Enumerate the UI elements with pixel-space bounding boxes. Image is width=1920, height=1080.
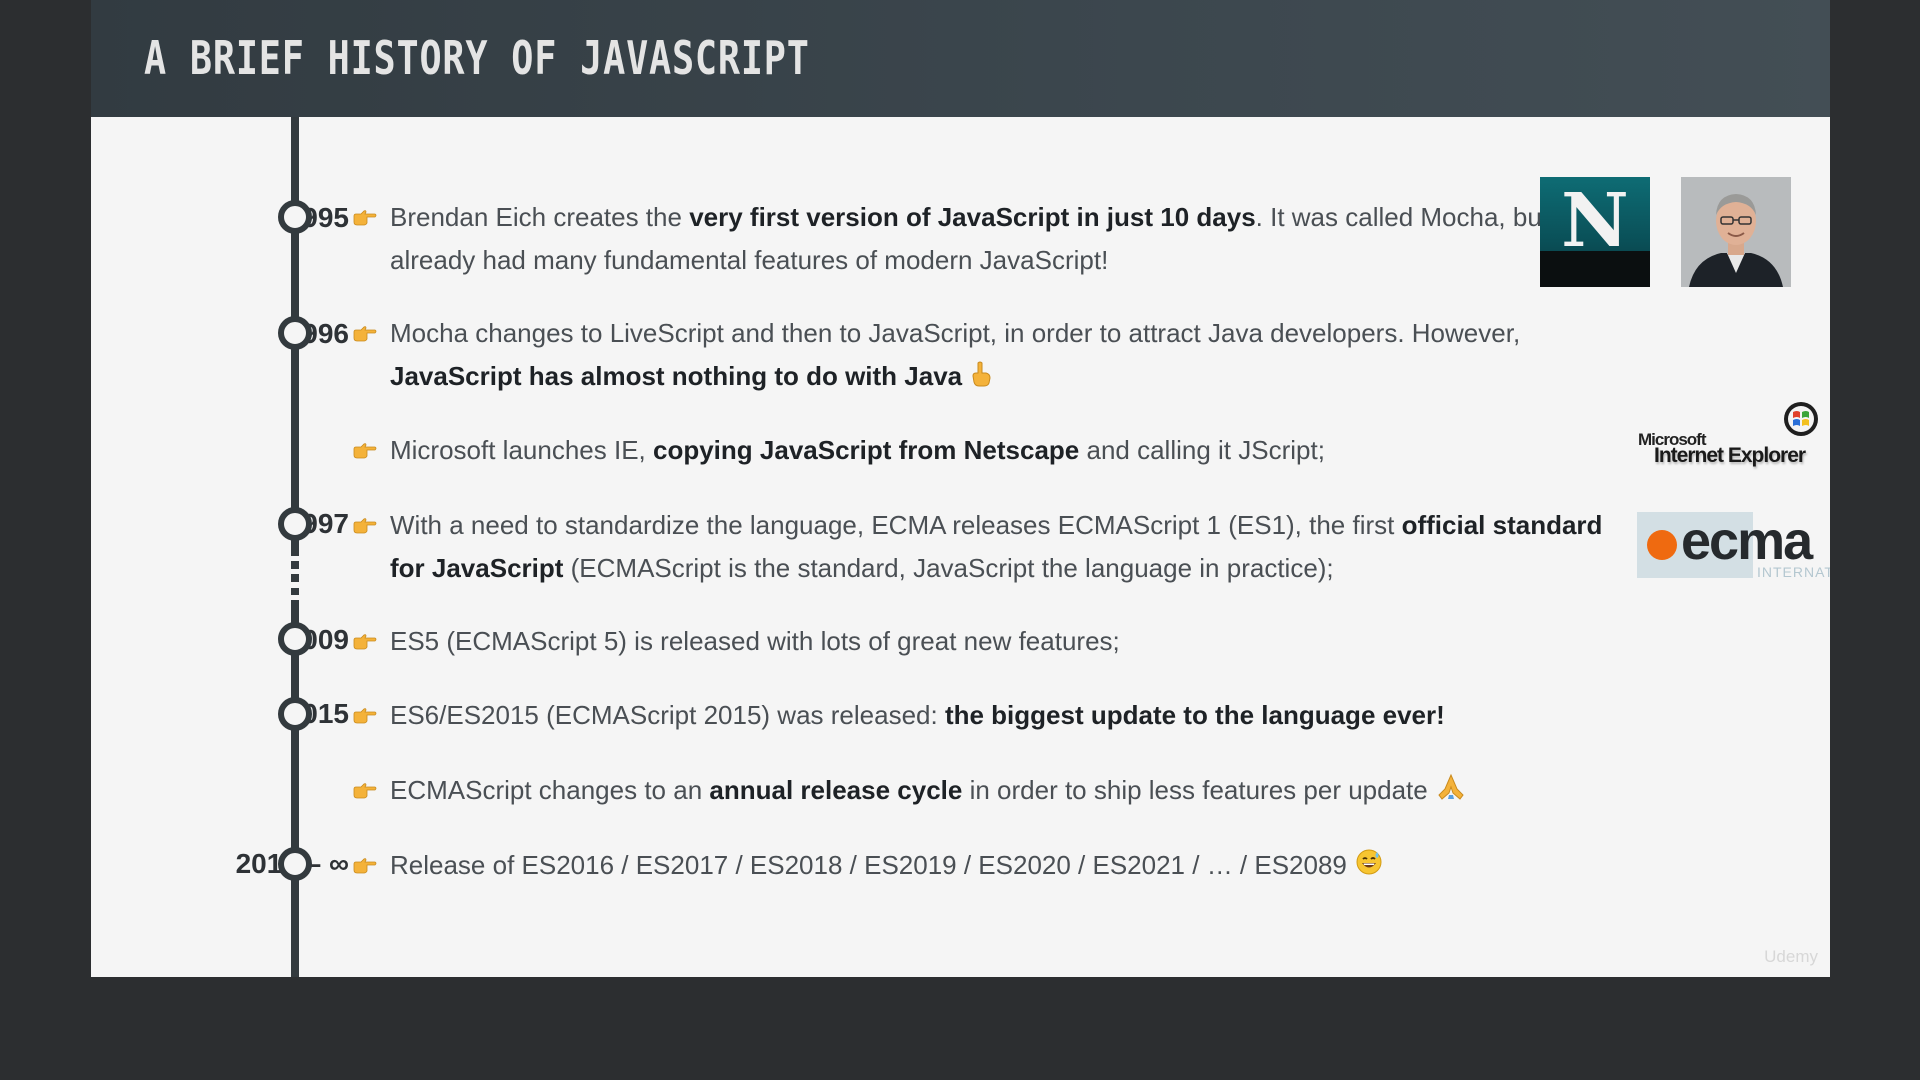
pointing-right-hand-icon bbox=[353, 210, 377, 226]
grinning-sweat-face-icon bbox=[1355, 846, 1383, 889]
udemy-watermark: Udemy bbox=[1764, 947, 1818, 966]
netscape-logo-letter: N bbox=[1561, 178, 1629, 264]
ie-logo-name-text: Internet Explorer bbox=[1654, 444, 1806, 467]
pointing-right-hand-icon bbox=[353, 326, 377, 342]
slide: A BRIEF HISTORY OF JAVASCRIPT 1995 1996 … bbox=[91, 0, 1830, 977]
presentation-stage: A BRIEF HISTORY OF JAVASCRIPT 1995 1996 … bbox=[0, 0, 1920, 1080]
timeline-node-icon bbox=[278, 847, 312, 881]
ecma-logo-subtitle: INTERNATIONAL bbox=[1757, 564, 1830, 580]
timeline-entry: Brendan Eich creates the very first vers… bbox=[390, 196, 1610, 282]
entry-highlight-text: the biggest update to the language ever! bbox=[944, 700, 1445, 730]
timeline-gap bbox=[289, 582, 301, 588]
timeline-gap bbox=[289, 569, 301, 574]
timeline-entry: Mocha changes to LiveScript and then to … bbox=[390, 312, 1610, 400]
entry-highlight-text: very first version of JavaScript in just… bbox=[689, 202, 1256, 232]
entry-highlight-text: copying JavaScript from Netscape bbox=[653, 435, 1080, 465]
entry-text: Brendan Eich creates the bbox=[390, 202, 690, 232]
person-portrait-icon bbox=[1681, 177, 1791, 287]
timeline-entry: Microsoft launches IE, copying JavaScrip… bbox=[390, 429, 1610, 472]
pointing-right-hand-icon bbox=[353, 518, 377, 534]
ecma-logo-word: ecma bbox=[1681, 511, 1813, 571]
timeline-gap bbox=[289, 595, 301, 600]
pointing-right-hand-icon bbox=[353, 443, 377, 459]
timeline-node-icon bbox=[278, 697, 312, 731]
entry-text: in order to ship less features per updat… bbox=[962, 775, 1428, 805]
timeline-entry: ES5 (ECMAScript 5) is released with lots… bbox=[390, 620, 1610, 663]
pointing-right-hand-icon bbox=[353, 858, 377, 874]
slide-title: A BRIEF HISTORY OF JAVASCRIPT bbox=[144, 31, 810, 85]
entry-text: Release of ES2016 / ES2017 / ES2018 / ES… bbox=[390, 850, 1347, 880]
timeline-entry: Release of ES2016 / ES2017 / ES2018 / ES… bbox=[390, 844, 1610, 889]
timeline-node-icon bbox=[278, 200, 312, 234]
entry-text: (ECMAScript is the standard, JavaScript … bbox=[563, 553, 1334, 583]
pointing-up-hand-icon bbox=[970, 357, 992, 400]
netscape-logo: N bbox=[1540, 177, 1650, 287]
internet-explorer-logo: Microsoft Internet Explorer bbox=[1638, 400, 1830, 480]
entry-text: ES5 (ECMAScript 5) is released with lots… bbox=[390, 626, 1120, 656]
entry-text: Mocha changes to LiveScript and then to … bbox=[390, 318, 1521, 348]
entry-text: and calling it JScript; bbox=[1079, 435, 1325, 465]
ecma-orange-dot-icon bbox=[1647, 530, 1677, 560]
entry-text: ECMAScript changes to an bbox=[390, 775, 710, 805]
timeline-node-icon bbox=[278, 316, 312, 350]
pointing-right-hand-icon bbox=[353, 783, 377, 799]
timeline-node-icon bbox=[278, 622, 312, 656]
timeline-node-icon bbox=[278, 507, 312, 541]
brendan-eich-photo bbox=[1681, 177, 1791, 287]
entry-text: ES6/ES2015 (ECMAScript 2015) was release… bbox=[390, 700, 945, 730]
entry-highlight-text: JavaScript has almost nothing to do with… bbox=[390, 361, 963, 391]
entry-text: Microsoft launches IE, bbox=[390, 435, 653, 465]
timeline-entry: ECMAScript changes to an annual release … bbox=[390, 769, 1610, 814]
ecma-international-logo: ecma INTERNATIONAL bbox=[1637, 511, 1830, 580]
entry-highlight-text: annual release cycle bbox=[709, 775, 963, 805]
windows-flag-icon bbox=[1784, 402, 1818, 436]
timeline-entry: With a need to standardize the language,… bbox=[390, 504, 1610, 590]
folded-hands-icon bbox=[1436, 771, 1466, 814]
entry-text: With a need to standardize the language,… bbox=[390, 510, 1402, 540]
timeline-entry: ES6/ES2015 (ECMAScript 2015) was release… bbox=[390, 694, 1610, 737]
timeline-gap bbox=[289, 556, 301, 561]
slide-header: A BRIEF HISTORY OF JAVASCRIPT bbox=[91, 0, 1830, 117]
pointing-right-hand-icon bbox=[353, 708, 377, 724]
pointing-right-hand-icon bbox=[353, 634, 377, 650]
